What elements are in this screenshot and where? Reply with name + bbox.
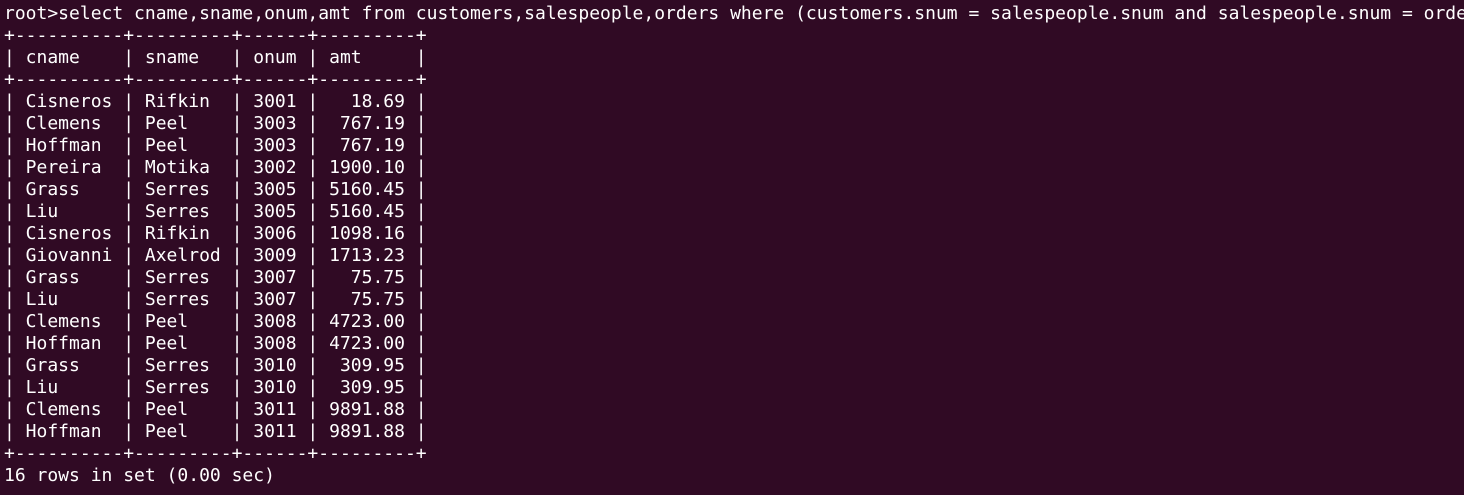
- table-header: | cname | sname | onum | amt |: [4, 47, 427, 68]
- table-row: | Hoffman | Peel | 3003 | 767.19 |: [4, 135, 427, 156]
- table-row: | Clemens | Peel | 3003 | 767.19 |: [4, 113, 427, 134]
- table-row: | Giovanni | Axelrod | 3009 | 1713.23 |: [4, 245, 427, 266]
- table-row: | Grass | Serres | 3010 | 309.95 |: [4, 355, 427, 376]
- table-row: | Grass | Serres | 3005 | 5160.45 |: [4, 179, 427, 200]
- terminal-window[interactable]: root>select cname,sname,onum,amt from cu…: [0, 0, 1464, 495]
- result-summary: 16 rows in set (0.00 sec): [4, 465, 275, 486]
- table-row: | Liu | Serres | 3007 | 75.75 |: [4, 289, 427, 310]
- table-border-top: +----------+---------+------+---------+: [4, 25, 427, 46]
- command-line: root>select cname,sname,onum,amt from cu…: [4, 3, 1464, 24]
- table-row: | Hoffman | Peel | 3008 | 4723.00 |: [4, 333, 427, 354]
- table-row: | Liu | Serres | 3010 | 309.95 |: [4, 377, 427, 398]
- table-row: | Clemens | Peel | 3011 | 9891.88 |: [4, 399, 427, 420]
- table-row: | Pereira | Motika | 3002 | 1900.10 |: [4, 157, 427, 178]
- table-row: | Grass | Serres | 3007 | 75.75 |: [4, 267, 427, 288]
- table-border-header: +----------+---------+------+---------+: [4, 69, 427, 90]
- table-row: | Clemens | Peel | 3008 | 4723.00 |: [4, 311, 427, 332]
- table-row: | Hoffman | Peel | 3011 | 9891.88 |: [4, 421, 427, 442]
- table-row: | Cisneros | Rifkin | 3001 | 18.69 |: [4, 91, 427, 112]
- table-row: | Liu | Serres | 3005 | 5160.45 |: [4, 201, 427, 222]
- table-border-bottom: +----------+---------+------+---------+: [4, 443, 427, 464]
- table-row: | Cisneros | Rifkin | 3006 | 1098.16 |: [4, 223, 427, 244]
